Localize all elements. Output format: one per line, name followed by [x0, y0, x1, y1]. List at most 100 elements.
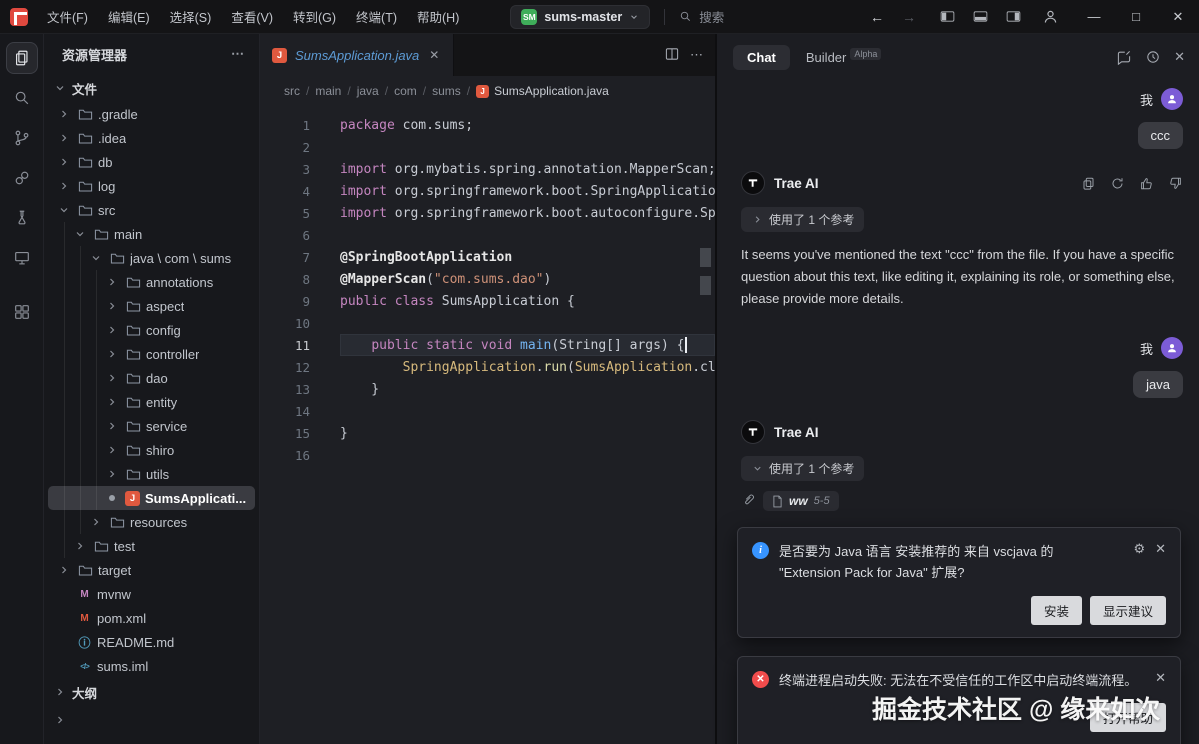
- debug-icon[interactable]: [6, 162, 38, 194]
- install-button[interactable]: 安装: [1031, 596, 1082, 625]
- editor-more-icon[interactable]: ⋯: [690, 47, 703, 63]
- new-chat-icon[interactable]: [1116, 49, 1132, 65]
- menu-selection[interactable]: 选择(S): [161, 4, 221, 29]
- tree-item-sums-iml[interactable]: </>sums.iml: [44, 654, 259, 678]
- menu-view[interactable]: 查看(V): [222, 4, 282, 29]
- editor-tab[interactable]: J SumsApplication.java ✕: [260, 34, 454, 76]
- breadcrumb-item[interactable]: com: [394, 84, 417, 98]
- reference-toggle[interactable]: 使用了 1 个参考: [741, 456, 864, 481]
- remote-screen-icon[interactable]: [6, 242, 38, 274]
- minimize-button[interactable]: —: [1073, 0, 1115, 34]
- tree-item-java-com-sums[interactable]: java \ com \ sums: [44, 246, 259, 270]
- show-recommendation-button[interactable]: 显示建议: [1090, 596, 1166, 625]
- tree-item-config[interactable]: config: [44, 318, 259, 342]
- code-line-3[interactable]: 3import org.mybatis.spring.annotation.Ma…: [260, 158, 715, 180]
- folder-icon: [125, 418, 141, 434]
- explorer-icon[interactable]: [6, 42, 38, 74]
- code-line-5[interactable]: 5import org.springframework.boot.autocon…: [260, 202, 715, 224]
- tree-item-pom-xml[interactable]: Mpom.xml: [44, 606, 259, 630]
- notification-gear-icon[interactable]: ⚙: [1133, 541, 1145, 557]
- back-arrow-icon[interactable]: ←: [861, 5, 893, 29]
- menu-file[interactable]: 文件(F): [38, 4, 97, 29]
- code-line-2[interactable]: 2: [260, 136, 715, 158]
- user-message-bubble[interactable]: ccc: [1138, 122, 1184, 149]
- code-line-14[interactable]: 14: [260, 400, 715, 422]
- copy-icon[interactable]: [1081, 176, 1096, 191]
- panel-left-icon[interactable]: [933, 4, 962, 29]
- section-files[interactable]: 文件: [44, 74, 259, 102]
- tree-item-shiro[interactable]: shiro: [44, 438, 259, 462]
- tree-item-service[interactable]: service: [44, 414, 259, 438]
- tree-item-gradle[interactable]: .gradle: [44, 102, 259, 126]
- forward-arrow-icon[interactable]: →: [893, 5, 925, 29]
- tree-item-utils[interactable]: utils: [44, 462, 259, 486]
- account-icon[interactable]: [1036, 4, 1065, 29]
- tree-item-readme-md[interactable]: ⓘREADME.md: [44, 630, 259, 654]
- breadcrumb-file[interactable]: JSumsApplication.java: [476, 84, 609, 98]
- code-line-4[interactable]: 4import org.springframework.boot.SpringA…: [260, 180, 715, 202]
- code-area[interactable]: 1package com.sums;23import org.mybatis.s…: [260, 106, 715, 744]
- extensions-icon[interactable]: [6, 296, 38, 328]
- sidebar-more-icon[interactable]: ⋯: [231, 46, 245, 62]
- code-line-7[interactable]: 7@SpringBootApplication: [260, 246, 715, 268]
- tree-item-annotations[interactable]: annotations: [44, 270, 259, 294]
- section-outline[interactable]: 大纲: [44, 678, 259, 706]
- section-partial[interactable]: [44, 706, 259, 734]
- tree-item-entity[interactable]: entity: [44, 390, 259, 414]
- menu-goto[interactable]: 转到(G): [284, 4, 345, 29]
- breadcrumb-item[interactable]: main: [315, 84, 341, 98]
- code-line-15[interactable]: 15}: [260, 422, 715, 444]
- tree-item-db[interactable]: db: [44, 150, 259, 174]
- notification-close-icon[interactable]: ✕: [1155, 541, 1166, 557]
- tree-item-controller[interactable]: controller: [44, 342, 259, 366]
- split-editor-icon[interactable]: [664, 46, 680, 65]
- testing-icon[interactable]: [6, 202, 38, 234]
- tree-item-aspect[interactable]: aspect: [44, 294, 259, 318]
- tree-item-src[interactable]: src: [44, 198, 259, 222]
- chat-close-icon[interactable]: ✕: [1174, 49, 1185, 65]
- tree-item-mvnw[interactable]: Mmvnw: [44, 582, 259, 606]
- code-line-13[interactable]: 13 }: [260, 378, 715, 400]
- tab-chat[interactable]: Chat: [733, 45, 790, 70]
- tree-item-log[interactable]: log: [44, 174, 259, 198]
- code-line-12[interactable]: 12 SpringApplication.run(SumsApplication…: [260, 356, 715, 378]
- code-line-16[interactable]: 16: [260, 444, 715, 466]
- thumbs-up-icon[interactable]: [1139, 176, 1154, 191]
- project-selector[interactable]: SM sums-master: [510, 5, 650, 29]
- user-message-bubble[interactable]: java: [1133, 371, 1183, 398]
- tree-item-dao[interactable]: dao: [44, 366, 259, 390]
- breadcrumb-item[interactable]: src: [284, 84, 300, 98]
- code-line-8[interactable]: 8@MapperScan("com.sums.dao"): [260, 268, 715, 290]
- notification-close-icon[interactable]: ✕: [1155, 670, 1166, 686]
- code-line-11[interactable]: 11 public static void main(String[] args…: [260, 334, 715, 356]
- attachment-chip[interactable]: ww 5-5: [763, 491, 839, 511]
- menu-terminal[interactable]: 终端(T): [347, 4, 406, 29]
- tree-item-target[interactable]: target: [44, 558, 259, 582]
- code-line-10[interactable]: 10: [260, 312, 715, 334]
- history-icon[interactable]: [1145, 49, 1161, 65]
- tree-item-idea[interactable]: .idea: [44, 126, 259, 150]
- close-window-button[interactable]: ✕: [1157, 0, 1199, 34]
- reference-toggle[interactable]: 使用了 1 个参考: [741, 207, 864, 232]
- code-line-9[interactable]: 9public class SumsApplication {: [260, 290, 715, 312]
- breadcrumb-item[interactable]: sums: [432, 84, 461, 98]
- search-sidebar-icon[interactable]: [6, 82, 38, 114]
- maximize-button[interactable]: □: [1115, 0, 1157, 34]
- panel-right-icon[interactable]: [999, 4, 1028, 29]
- menu-edit[interactable]: 编辑(E): [99, 4, 159, 29]
- tree-item-test[interactable]: test: [44, 534, 259, 558]
- code-line-6[interactable]: 6: [260, 224, 715, 246]
- menu-help[interactable]: 帮助(H): [408, 4, 468, 29]
- source-control-icon[interactable]: [6, 122, 38, 154]
- global-search[interactable]: 搜索: [679, 7, 724, 26]
- code-line-1[interactable]: 1package com.sums;: [260, 114, 715, 136]
- tree-item-resources[interactable]: resources: [44, 510, 259, 534]
- tree-item-main[interactable]: main: [44, 222, 259, 246]
- thumbs-down-icon[interactable]: [1168, 176, 1183, 191]
- line-content: [340, 312, 715, 334]
- tab-builder[interactable]: Builder Alpha: [806, 50, 882, 65]
- panel-bottom-icon[interactable]: [966, 4, 995, 29]
- breadcrumb-item[interactable]: java: [357, 84, 379, 98]
- regenerate-icon[interactable]: [1110, 176, 1125, 191]
- tab-close-icon[interactable]: ✕: [427, 48, 441, 62]
